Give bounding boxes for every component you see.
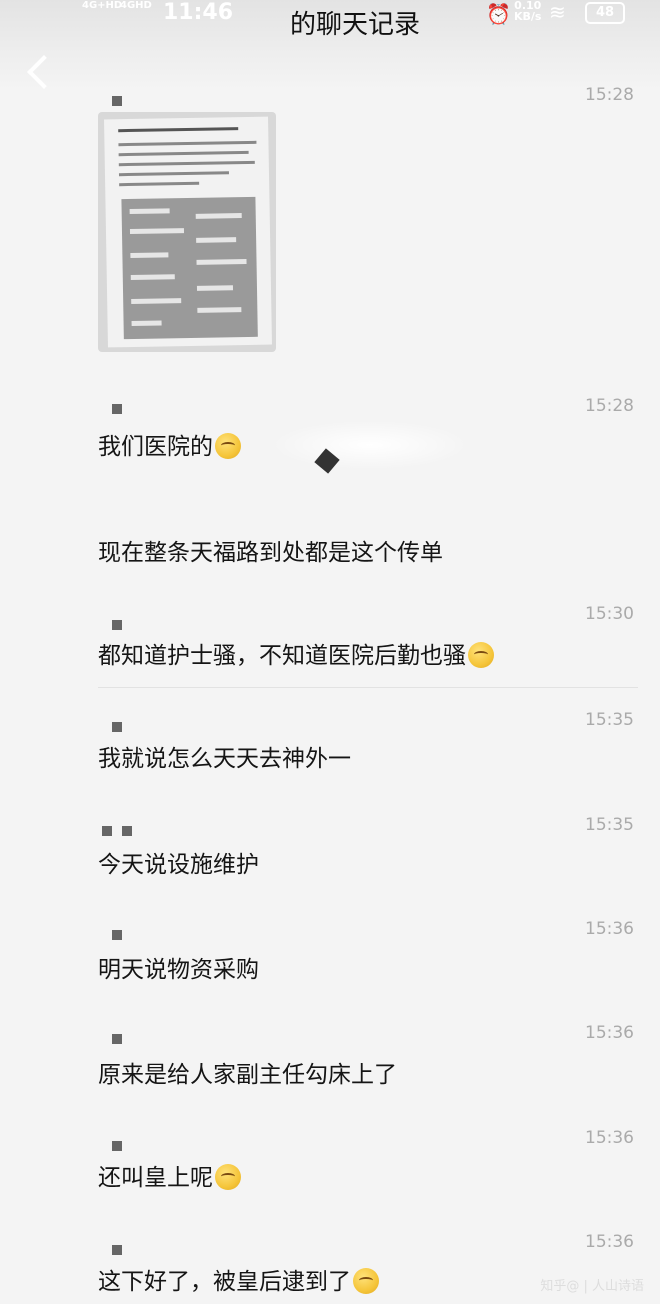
- network-speed-unit: KB/s: [514, 10, 542, 23]
- message-time: 15:35: [585, 815, 634, 835]
- message-image[interactable]: [98, 112, 276, 352]
- sender-avatar[interactable]: [112, 1245, 122, 1255]
- message-time: 15:36: [585, 919, 634, 939]
- sender-avatar[interactable]: [112, 96, 122, 106]
- laugh-cry-emoji-icon: [353, 1268, 379, 1294]
- sender-avatar[interactable]: [112, 1141, 122, 1151]
- battery-indicator: 48: [585, 2, 625, 24]
- message-time: 15:36: [585, 1232, 634, 1252]
- sender-avatar[interactable]: [112, 404, 122, 414]
- message-time: 15:30: [585, 604, 634, 624]
- message-time: 15:35: [585, 710, 634, 730]
- sender-avatar[interactable]: [112, 1034, 122, 1044]
- network-indicator-2: 4GHD: [120, 0, 152, 11]
- censor-blur: [270, 420, 470, 470]
- thinking-emoji-icon: [468, 642, 494, 668]
- message-time: 15:28: [585, 85, 634, 105]
- sender-avatar[interactable]: [112, 620, 122, 630]
- message-text: 今天说设施维护: [98, 852, 259, 878]
- laugh-cry-emoji-icon: [215, 433, 241, 459]
- message-text: 明天说物资采购: [98, 957, 259, 983]
- message-text: 都知道护士骚，不知道医院后勤也骚: [98, 636, 494, 670]
- message-text: 现在整条天福路到处都是这个传单: [98, 540, 443, 566]
- message-text: 还叫皇上呢: [98, 1158, 241, 1192]
- divider: [98, 687, 638, 688]
- sender-avatar[interactable]: [112, 930, 122, 940]
- message-text: 我们医院的: [98, 427, 241, 461]
- message-time: 15:28: [585, 396, 634, 416]
- watermark: 知乎@ | 人山诗语: [540, 1279, 644, 1294]
- laugh-cry-emoji-icon: [215, 1164, 241, 1190]
- message-time: 15:36: [585, 1023, 634, 1043]
- alarm-icon: ⏰: [486, 2, 511, 26]
- status-time: 11:46: [163, 0, 234, 25]
- network-speed: 0.10 KB/s: [514, 0, 541, 22]
- message-text: 我就说怎么天天去神外一: [98, 746, 351, 772]
- message-text: 这下好了，被皇后逮到了: [98, 1262, 379, 1296]
- flyer-paper: [104, 116, 272, 348]
- wifi-icon: ≋: [549, 0, 566, 24]
- sender-avatar[interactable]: [112, 722, 122, 732]
- page-title: 的聊天记录: [290, 10, 421, 40]
- flyer-screenshot: [121, 196, 258, 340]
- network-indicator-1: 4G+HD: [82, 0, 123, 11]
- message-text: 原来是给人家副主任勾床上了: [98, 1062, 397, 1088]
- message-time: 15:36: [585, 1128, 634, 1148]
- sender-avatar[interactable]: [102, 826, 132, 836]
